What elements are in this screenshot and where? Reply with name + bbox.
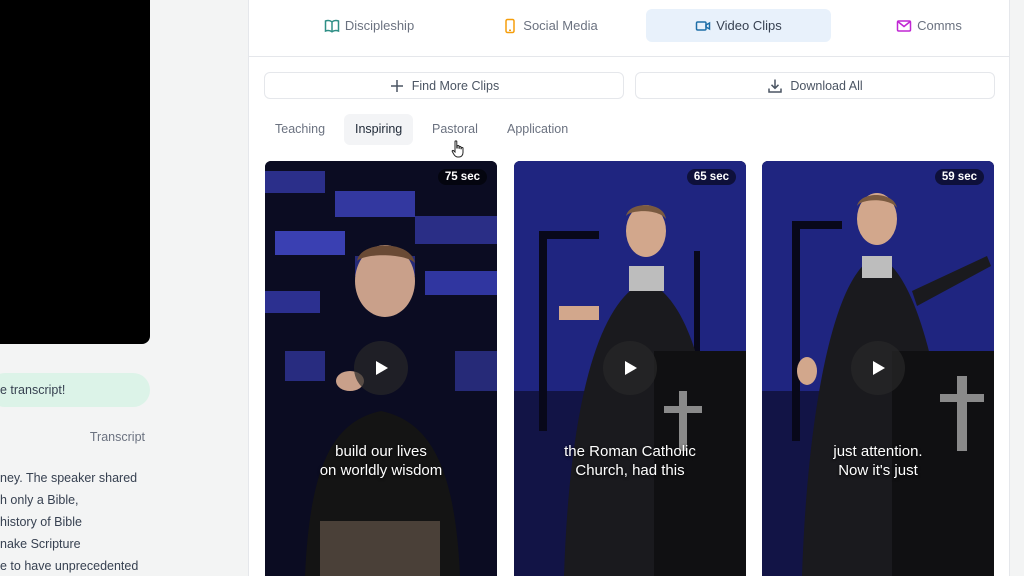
- play-button[interactable]: [354, 341, 408, 395]
- play-icon: [625, 361, 637, 375]
- transcript-line: nake Scripture: [0, 537, 81, 551]
- download-all-button[interactable]: Download All: [635, 72, 995, 99]
- clip-card[interactable]: 65 sec the Roman Catholic Church, had th…: [514, 161, 746, 576]
- download-icon: [767, 78, 783, 94]
- clip-caption: just attention. Now it's just: [762, 442, 994, 480]
- tab-label: Discipleship: [344, 18, 415, 33]
- left-panel: e transcript! Transcript ney. The speake…: [0, 0, 248, 576]
- success-toast: e transcript!: [0, 373, 150, 407]
- duration-badge: 59 sec: [934, 169, 984, 185]
- phone-icon: [502, 18, 518, 34]
- tab-video-clips[interactable]: Video Clips: [646, 9, 831, 42]
- find-more-label: Find More Clips: [411, 78, 500, 93]
- tab-discipleship[interactable]: Discipleship: [289, 9, 449, 42]
- duration-badge: 75 sec: [437, 169, 487, 185]
- transcript-line: h only a Bible,: [0, 493, 79, 507]
- content-type-tabs: Discipleship Social Media Video Clips Co…: [249, 0, 1009, 57]
- transcript-line: history of Bible: [0, 515, 82, 529]
- play-icon: [873, 361, 885, 375]
- play-icon: [376, 361, 388, 375]
- caption-line: Now it's just: [838, 462, 918, 479]
- tab-label: Social Media: [523, 18, 598, 33]
- tab-label: Comms: [917, 18, 962, 33]
- video-camera-icon: [695, 18, 711, 34]
- duration-badge: 65 sec: [686, 169, 736, 185]
- clip-caption: build our lives on worldly wisdom: [265, 442, 497, 480]
- video-clips-panel: Discipleship Social Media Video Clips Co…: [248, 0, 1010, 576]
- book-icon: [324, 18, 340, 34]
- caption-line: build our lives: [335, 443, 427, 460]
- transcript-text: ney. The speaker shared h only a Bible, …: [0, 470, 160, 576]
- clip-caption: the Roman Catholic Church, had this: [514, 442, 746, 480]
- hand-cursor-icon: [451, 140, 464, 158]
- caption-line: Church, had this: [575, 462, 685, 479]
- caption-line: on worldly wisdom: [319, 462, 443, 479]
- download-all-label: Download All: [790, 78, 863, 93]
- subtab-teaching[interactable]: Teaching: [264, 114, 336, 145]
- clip-card[interactable]: 75 sec build our lives on worldly wisdom: [265, 161, 497, 576]
- transcript-label[interactable]: Transcript: [90, 430, 145, 444]
- subtab-inspiring[interactable]: Inspiring: [344, 114, 414, 145]
- transcript-line: e to have unprecedented: [0, 559, 139, 573]
- caption-line: just attention.: [833, 443, 923, 460]
- tab-label: Video Clips: [716, 18, 782, 33]
- find-more-clips-button[interactable]: Find More Clips: [264, 72, 624, 99]
- video-player[interactable]: [0, 0, 150, 344]
- caption-line: the Roman Catholic: [564, 443, 696, 460]
- tab-social-media[interactable]: Social Media: [470, 9, 630, 42]
- play-button[interactable]: [603, 341, 657, 395]
- play-button[interactable]: [851, 341, 905, 395]
- transcript-line: ney. The speaker shared: [0, 471, 138, 485]
- clip-card[interactable]: 59 sec just attention. Now it's just: [762, 161, 994, 576]
- subtab-application[interactable]: Application: [496, 114, 579, 145]
- plus-icon: [389, 78, 405, 94]
- tab-comms[interactable]: Comms: [849, 9, 1009, 42]
- mail-icon: [896, 18, 912, 34]
